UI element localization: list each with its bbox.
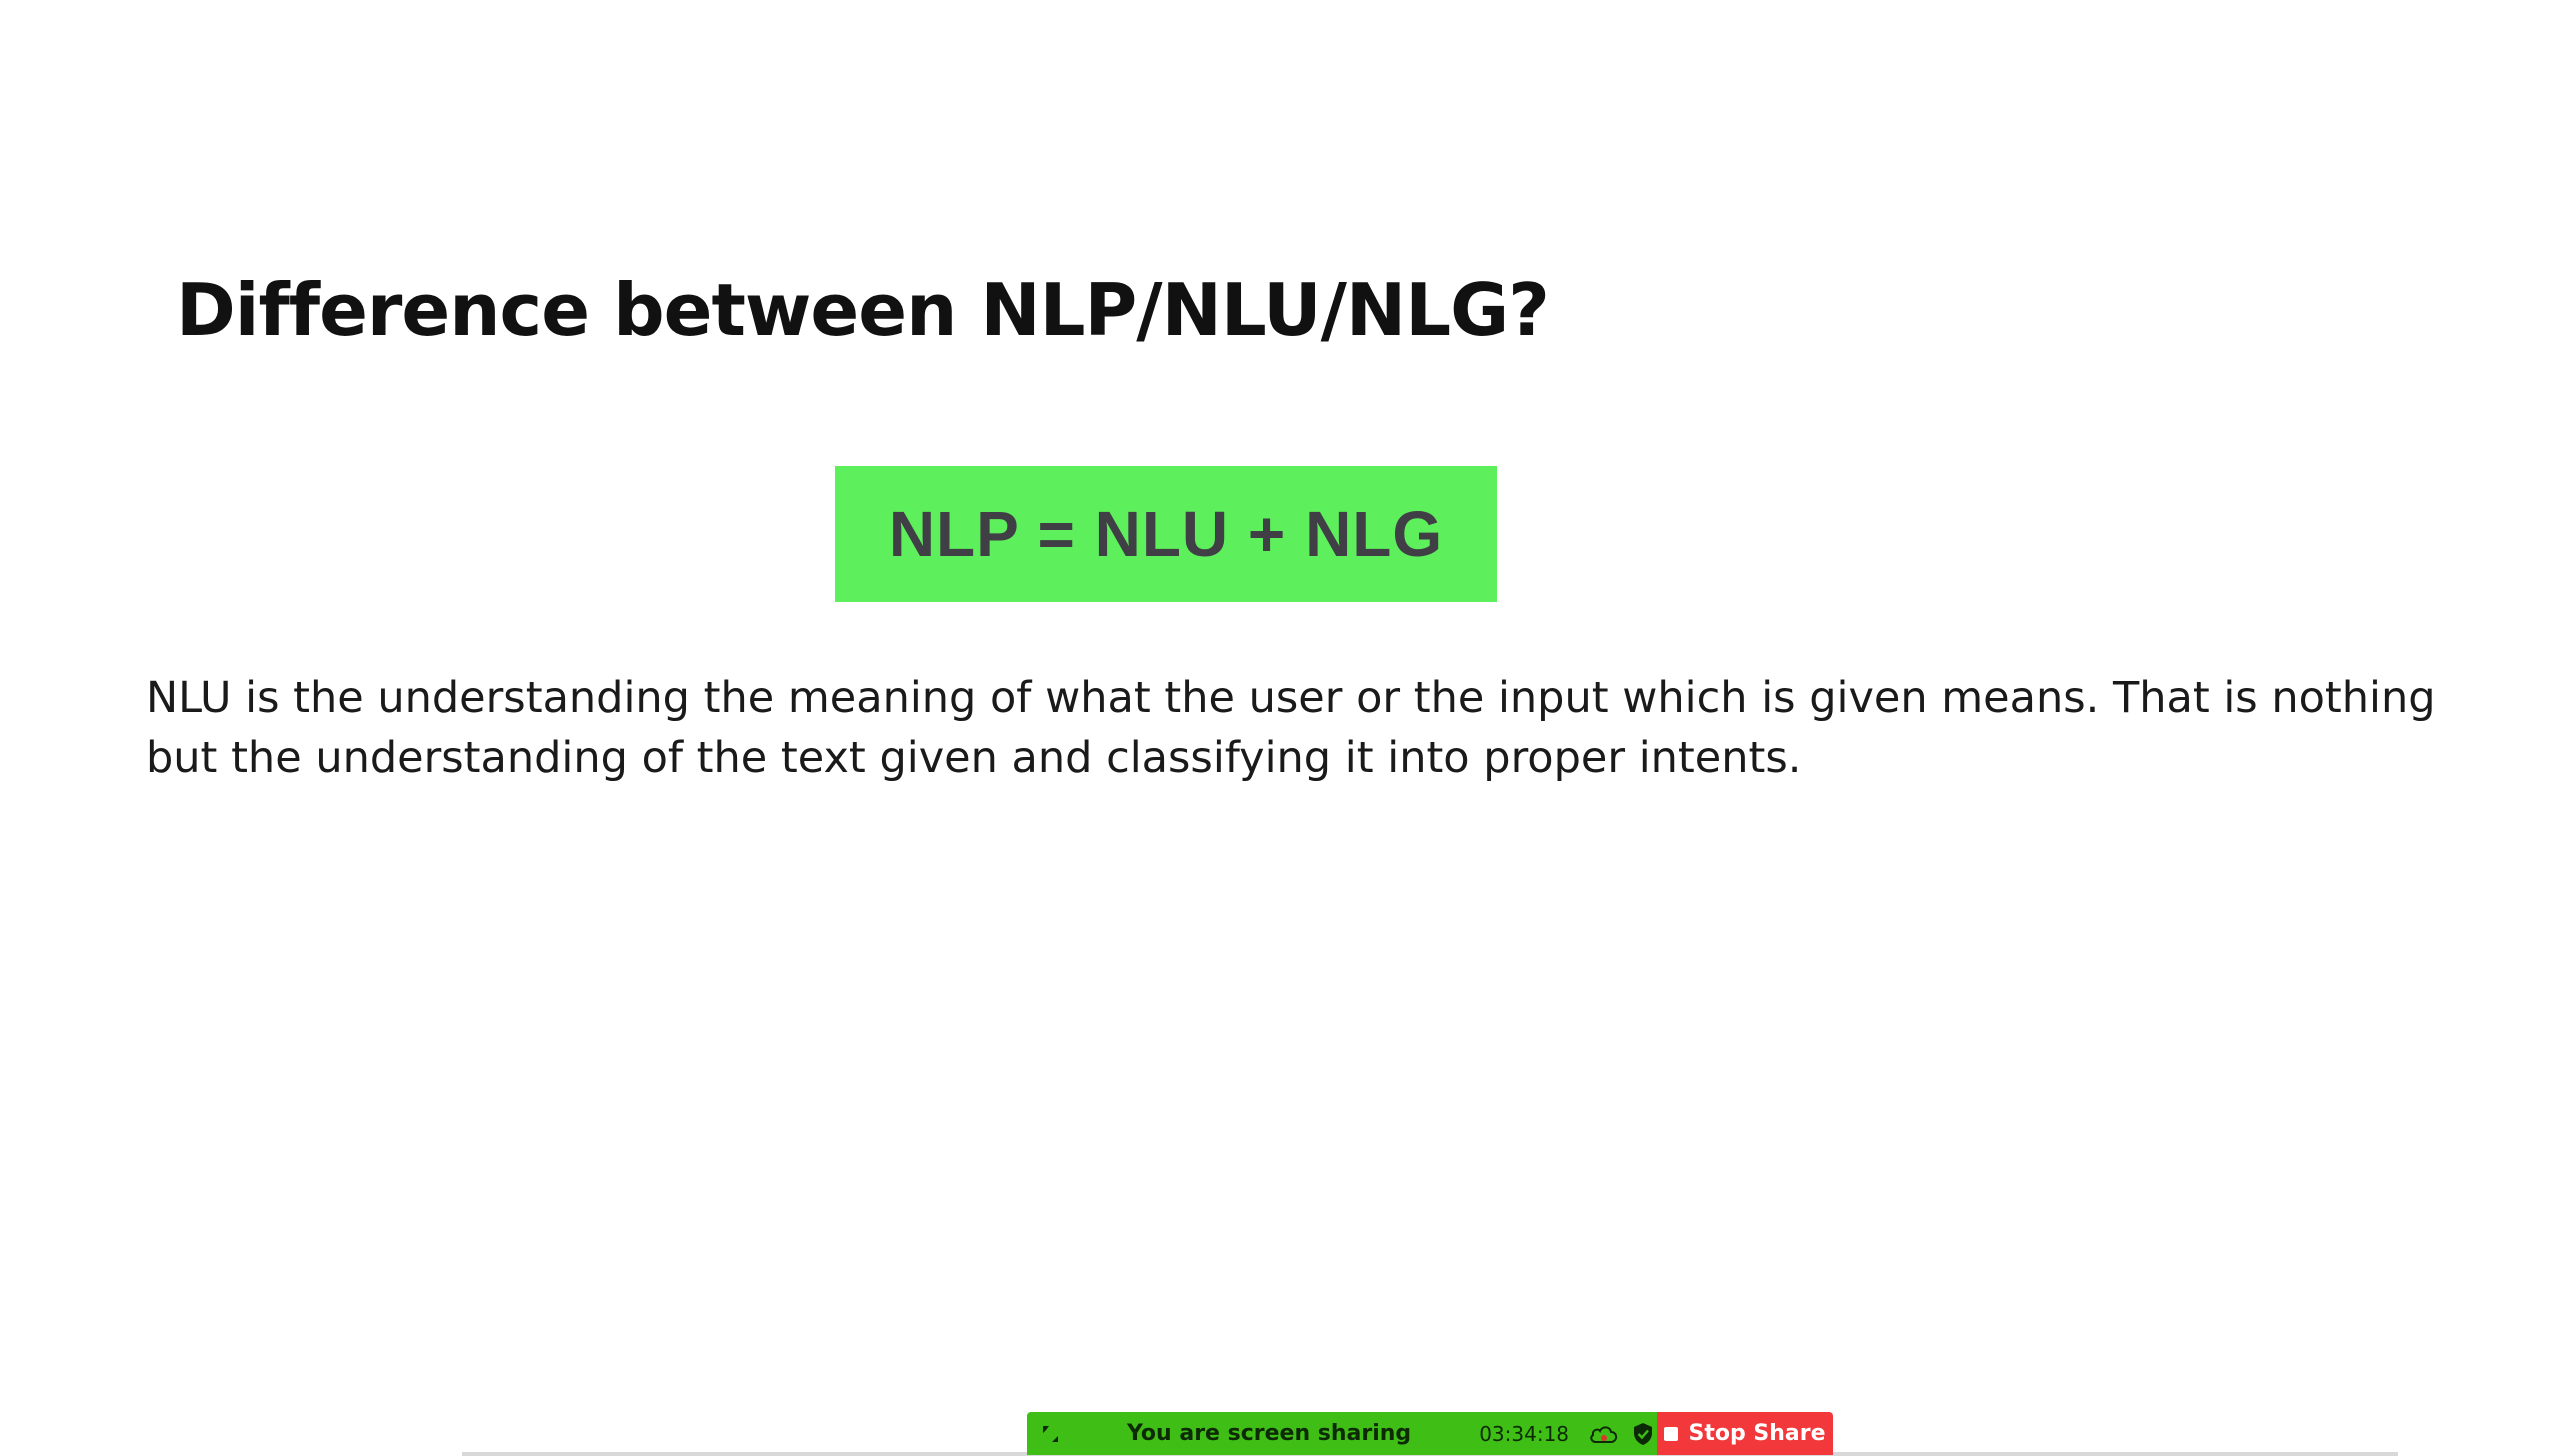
cloud-icon[interactable] xyxy=(1587,1421,1621,1447)
stop-share-label: Stop Share xyxy=(1688,1421,1826,1446)
share-timer: 03:34:18 xyxy=(1479,1421,1570,1446)
screen-share-toolbar[interactable]: You are screen sharing 03:34:18 Stop Sha… xyxy=(1027,1412,1833,1455)
shield-icon[interactable] xyxy=(1631,1421,1655,1447)
slide-canvas: Difference between NLP/NLU/NLG? NLP = NL… xyxy=(0,0,2560,1440)
formula-box: NLP = NLU + NLG xyxy=(835,466,1497,602)
stop-share-button[interactable]: Stop Share xyxy=(1657,1412,1833,1455)
grip-icon[interactable] xyxy=(1027,1412,1073,1455)
share-status-area[interactable]: You are screen sharing 03:34:18 xyxy=(1027,1412,1657,1455)
slide-body-text: NLU is the understanding the meaning of … xyxy=(146,673,2436,783)
stop-icon xyxy=(1664,1426,1679,1441)
formula-text: NLP = NLU + NLG xyxy=(888,498,1444,570)
slide-title: Difference between NLP/NLU/NLG? xyxy=(176,268,1550,352)
screen-sharing-label: You are screen sharing xyxy=(1127,1421,1412,1446)
